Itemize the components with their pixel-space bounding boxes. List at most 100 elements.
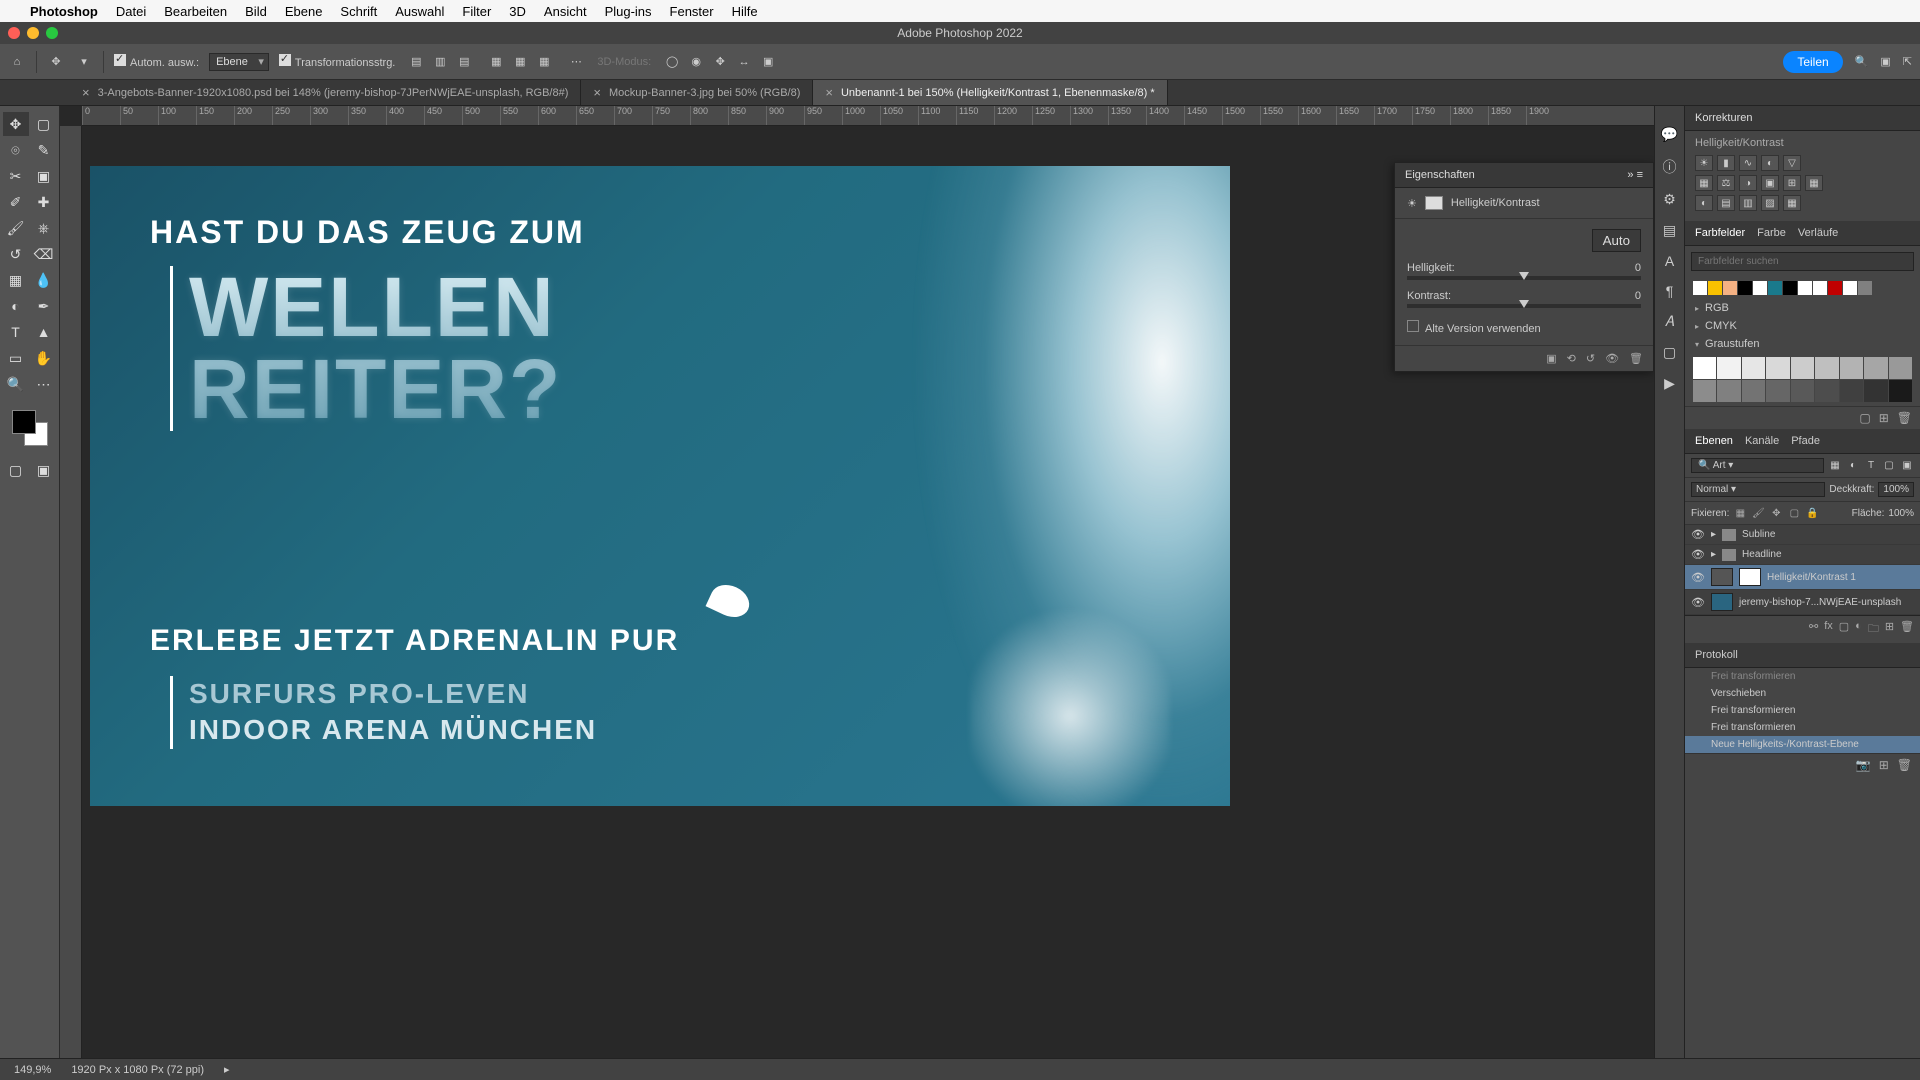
visibility-icon[interactable]: 👁 bbox=[1691, 548, 1705, 561]
document-canvas[interactable]: HAST DU DAS ZEUG ZUM WELLENREITER? ERLEB… bbox=[90, 166, 1230, 806]
document-info[interactable]: 1920 Px x 1080 Px (72 ppi) bbox=[71, 1064, 204, 1076]
layer-style-icon[interactable]: fx bbox=[1824, 620, 1833, 639]
menu-image[interactable]: Bild bbox=[245, 4, 267, 19]
adjustments-icon[interactable]: ⚙ bbox=[1663, 191, 1676, 208]
filter-pixel-icon[interactable]: ▦ bbox=[1828, 459, 1842, 473]
align-bottom-icon[interactable]: ▦ bbox=[533, 51, 555, 73]
healing-tool[interactable]: ✚ bbox=[31, 190, 57, 214]
glyphs-icon[interactable]: 𝐴 bbox=[1665, 313, 1674, 330]
app-menu[interactable]: Photoshop bbox=[30, 4, 98, 19]
doc-info-menu-icon[interactable]: ▸ bbox=[224, 1063, 230, 1076]
edit-toolbar[interactable]: ⋯ bbox=[31, 372, 57, 396]
filter-type-icon[interactable]: T bbox=[1864, 459, 1878, 473]
stamp-tool[interactable]: ⎈ bbox=[31, 216, 57, 240]
adj-exposure-icon[interactable]: ◐ bbox=[1761, 155, 1779, 171]
menu-file[interactable]: Datei bbox=[116, 4, 146, 19]
adj-gradient-icon[interactable]: ▨ bbox=[1761, 195, 1779, 211]
adj-mixer-icon[interactable]: ⊞ bbox=[1783, 175, 1801, 191]
align-left-icon[interactable]: ▤ bbox=[405, 51, 427, 73]
panel-collapse-icon[interactable]: » ≡ bbox=[1627, 169, 1643, 181]
menu-view[interactable]: Ansicht bbox=[544, 4, 587, 19]
eraser-tool[interactable]: ⌫ bbox=[31, 242, 57, 266]
foreground-color[interactable] bbox=[12, 410, 36, 434]
filter-adj-icon[interactable]: ◐ bbox=[1846, 459, 1860, 473]
swatch-folder-cmyk[interactable]: CMYK bbox=[1685, 317, 1920, 335]
auto-select-mode-dropdown[interactable]: Ebene bbox=[209, 53, 269, 71]
swatch[interactable] bbox=[1693, 380, 1716, 402]
window-close-button[interactable] bbox=[8, 27, 20, 39]
character-icon[interactable]: A bbox=[1665, 253, 1674, 269]
swatch[interactable] bbox=[1813, 281, 1827, 295]
view-previous-icon[interactable]: ⟲ bbox=[1567, 352, 1576, 365]
move-tool-icon[interactable]: ✥ bbox=[47, 53, 65, 71]
swatch[interactable] bbox=[1708, 281, 1722, 295]
history-header[interactable]: Protokoll bbox=[1685, 643, 1920, 668]
zoom-tool[interactable]: 🔍 bbox=[3, 372, 29, 396]
adj-selective-icon[interactable]: ▦ bbox=[1783, 195, 1801, 211]
tab-channels[interactable]: Kanäle bbox=[1745, 435, 1779, 447]
history-brush-tool[interactable]: ↺ bbox=[3, 242, 29, 266]
align-center-h-icon[interactable]: ▥ bbox=[429, 51, 451, 73]
shape-tool[interactable]: ▭ bbox=[3, 346, 29, 370]
contrast-value[interactable]: 0 bbox=[1635, 290, 1641, 302]
delete-layer-icon[interactable]: 🗑 bbox=[1900, 620, 1914, 639]
comments-icon[interactable]: 💬 bbox=[1661, 126, 1678, 143]
tab-paths[interactable]: Pfade bbox=[1791, 435, 1820, 447]
swatch-folder-grays[interactable]: Graustufen bbox=[1685, 335, 1920, 353]
actions-icon[interactable]: ▶ bbox=[1664, 375, 1675, 392]
libraries-icon[interactable]: ▤ bbox=[1663, 222, 1676, 239]
pen-tool[interactable]: ✒ bbox=[31, 294, 57, 318]
arrange-icon[interactable]: ⇱ bbox=[1903, 55, 1912, 68]
dodge-tool[interactable]: ◐ bbox=[3, 294, 29, 318]
swatch[interactable] bbox=[1889, 380, 1912, 402]
crop-tool[interactable]: ✂ bbox=[3, 164, 29, 188]
adj-brightness-icon[interactable]: ☀ bbox=[1695, 155, 1713, 171]
visibility-icon[interactable]: 👁 bbox=[1691, 571, 1705, 584]
opacity-field[interactable]: 100% bbox=[1878, 482, 1914, 497]
lasso-tool[interactable]: ⌾ bbox=[3, 138, 29, 162]
history-item[interactable]: Frei transformieren bbox=[1685, 702, 1920, 719]
menu-3d[interactable]: 3D bbox=[509, 4, 526, 19]
swatch[interactable] bbox=[1693, 281, 1707, 295]
swatch[interactable] bbox=[1723, 281, 1737, 295]
new-swatch-icon[interactable]: ⊞ bbox=[1879, 411, 1889, 425]
history-item[interactable]: Verschieben bbox=[1685, 685, 1920, 702]
auto-button[interactable]: Auto bbox=[1592, 229, 1641, 252]
layer-filter-dropdown[interactable]: 🔍 Art ▾ bbox=[1691, 458, 1824, 473]
menu-type[interactable]: Schrift bbox=[340, 4, 377, 19]
tab-color[interactable]: Farbe bbox=[1757, 227, 1786, 239]
info-icon[interactable]: ⓘ bbox=[1663, 157, 1677, 177]
canvas-area[interactable]: 0501001502002503003504004505005506006507… bbox=[60, 106, 1654, 1058]
adj-thumbnail[interactable] bbox=[1711, 568, 1733, 586]
brightness-value[interactable]: 0 bbox=[1635, 262, 1641, 274]
lock-transparency-icon[interactable]: ▦ bbox=[1733, 506, 1747, 520]
mask-thumbnail[interactable] bbox=[1425, 196, 1443, 210]
align-center-v-icon[interactable]: ▦ bbox=[509, 51, 531, 73]
filter-smart-icon[interactable]: ▣ bbox=[1900, 459, 1914, 473]
paragraph-icon[interactable]: ¶ bbox=[1666, 283, 1674, 299]
blur-tool[interactable]: 💧 bbox=[31, 268, 57, 292]
vertical-ruler[interactable] bbox=[60, 126, 82, 1058]
lock-position-icon[interactable]: ✥ bbox=[1769, 506, 1783, 520]
swatch[interactable] bbox=[1742, 380, 1765, 402]
close-icon[interactable]: × bbox=[82, 85, 90, 100]
home-icon[interactable]: ⌂ bbox=[8, 53, 26, 71]
layer-row[interactable]: 👁▸Subline bbox=[1685, 525, 1920, 545]
adj-levels-icon[interactable]: ▮ bbox=[1717, 155, 1735, 171]
new-group-icon[interactable]: ▢ bbox=[1859, 411, 1870, 425]
swatch[interactable] bbox=[1768, 281, 1782, 295]
adj-lookup-icon[interactable]: ▦ bbox=[1805, 175, 1823, 191]
styles-icon[interactable]: ▢ bbox=[1663, 344, 1676, 361]
tab-layers[interactable]: Ebenen bbox=[1695, 435, 1733, 447]
search-icon[interactable]: 🔍 bbox=[1855, 55, 1869, 68]
document-tab[interactable]: ×Mockup-Banner-3.jpg bei 50% (RGB/8) bbox=[581, 80, 813, 105]
delete-state-icon[interactable]: 🗑 bbox=[1897, 758, 1912, 772]
close-icon[interactable]: × bbox=[593, 85, 601, 100]
menu-filter[interactable]: Filter bbox=[462, 4, 491, 19]
adj-balance-icon[interactable]: ⚖ bbox=[1717, 175, 1735, 191]
swatch[interactable] bbox=[1766, 357, 1789, 379]
eyedropper-tool[interactable]: ✐ bbox=[3, 190, 29, 214]
type-tool[interactable]: T bbox=[3, 320, 29, 344]
macos-menubar[interactable]: Photoshop Datei Bearbeiten Bild Ebene Sc… bbox=[0, 0, 1920, 22]
frame-tool[interactable]: ▣ bbox=[31, 164, 57, 188]
